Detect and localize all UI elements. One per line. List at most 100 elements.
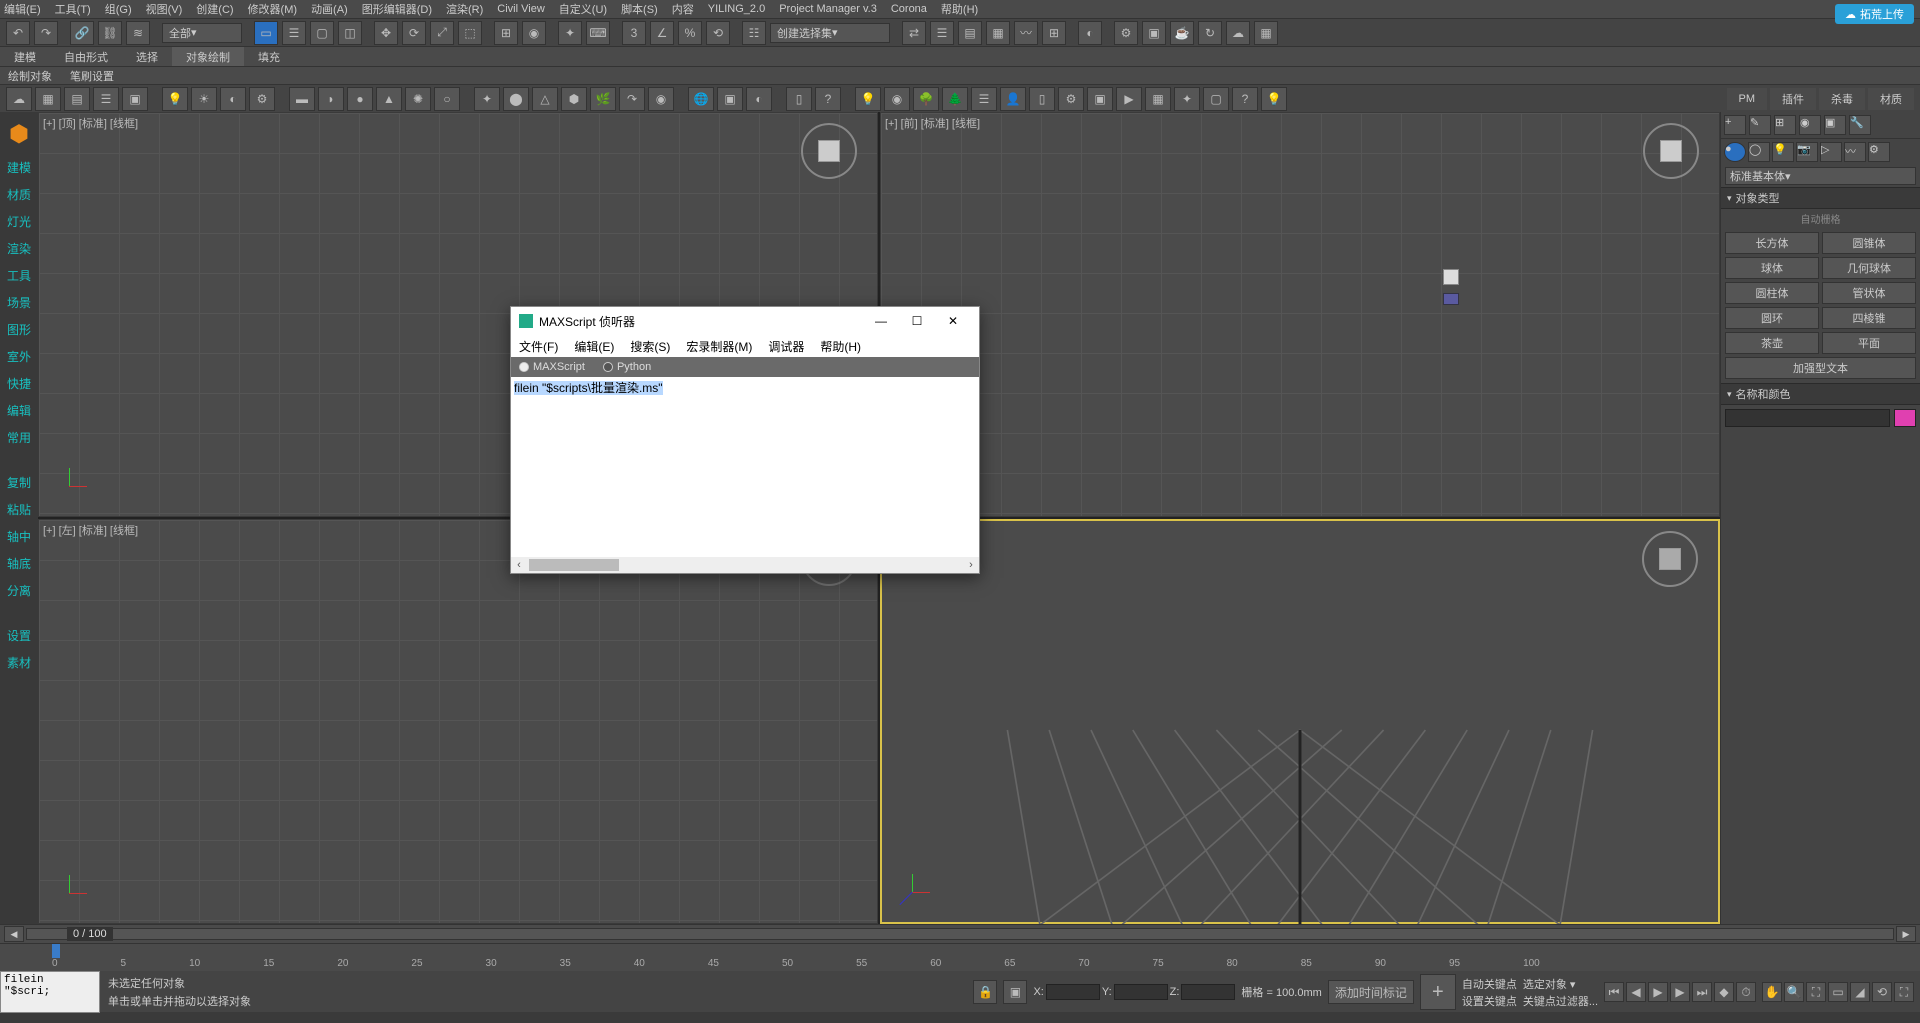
viewcube-icon[interactable] xyxy=(801,123,857,179)
angle-snap-icon[interactable]: ∠ xyxy=(650,21,674,45)
bulb-icon[interactable]: ◉ xyxy=(884,87,910,111)
primitive-box-button[interactable]: 长方体 xyxy=(1725,232,1819,254)
sidebar-item-settings[interactable]: 设置 xyxy=(0,622,38,649)
select-icon[interactable]: ▭ xyxy=(254,21,278,45)
render-icon[interactable]: ☕ xyxy=(1170,21,1194,45)
spinner-snap-icon[interactable]: ⟲ xyxy=(706,21,730,45)
set-key-big-icon[interactable]: + xyxy=(1420,974,1456,1010)
radio-maxscript[interactable]: MAXScript xyxy=(519,361,585,373)
mini-listener[interactable]: filein "$scri; xyxy=(0,971,100,1013)
pan-icon[interactable]: ✋ xyxy=(1762,982,1782,1002)
viewport-perspective[interactable]: [默认明暗处理] xyxy=(880,519,1720,924)
trees-icon[interactable]: 🌳 xyxy=(913,87,939,111)
isolate-icon[interactable]: ▣ xyxy=(1003,980,1027,1004)
primitive-pyramid-button[interactable]: 四棱锥 xyxy=(1822,307,1916,329)
plugin-button[interactable]: 插件 xyxy=(1770,88,1816,110)
extra4-icon[interactable]: 💡 xyxy=(1261,87,1287,111)
dialog-menu-macro[interactable]: 宏录制器(M) xyxy=(686,338,752,355)
fov-icon[interactable]: ◢ xyxy=(1850,982,1870,1002)
sidebar-item-assets[interactable]: 素材 xyxy=(0,649,38,676)
render-preset-icon[interactable]: ▦ xyxy=(1254,21,1278,45)
arrow-icon[interactable]: ▶ xyxy=(1116,87,1142,111)
tool-d-icon[interactable]: ◉ xyxy=(648,87,674,111)
keyboard-icon[interactable]: ⌨ xyxy=(586,21,610,45)
sunlight-icon[interactable]: ✺ xyxy=(405,87,431,111)
gear-small-icon[interactable]: ⚙ xyxy=(1058,87,1084,111)
rotate-icon[interactable]: ⟳ xyxy=(402,21,426,45)
sidebar-item-axiscenter[interactable]: 轴中 xyxy=(0,523,38,550)
unlink-icon[interactable]: ⛓ xyxy=(98,21,122,45)
sidebar-item-paste[interactable]: 粘贴 xyxy=(0,496,38,523)
screen-icon[interactable]: ▣ xyxy=(1087,87,1113,111)
viewport-label[interactable]: [+] [前] [标准] [线框] xyxy=(885,115,980,131)
menu-item[interactable]: 内容 xyxy=(672,1,694,17)
dialog-menu-search[interactable]: 搜索(S) xyxy=(630,338,670,355)
extra1-icon[interactable]: ✦ xyxy=(1174,87,1200,111)
mirror-icon[interactable]: ⇄ xyxy=(902,21,926,45)
snap3-icon[interactable]: 3 xyxy=(622,21,646,45)
create-tab-icon[interactable]: + xyxy=(1724,115,1746,135)
render-setup-icon[interactable]: ⚙ xyxy=(1114,21,1138,45)
scene-object[interactable] xyxy=(1443,293,1459,305)
schematic-icon[interactable]: ⊞ xyxy=(1042,21,1066,45)
sidebar-item-outdoor[interactable]: 室外 xyxy=(0,343,38,370)
tool-z-icon[interactable]: △ xyxy=(532,87,558,111)
vr-icon[interactable]: ◐ xyxy=(746,87,772,111)
sphere-icon[interactable]: ● xyxy=(347,87,373,111)
menu-item[interactable]: Corona xyxy=(891,3,927,15)
curve-editor-icon[interactable]: 〰 xyxy=(1014,21,1038,45)
dialog-menu-edit[interactable]: 编辑(E) xyxy=(574,338,614,355)
sidebar-item-shape[interactable]: 图形 xyxy=(0,316,38,343)
maximize-viewport-icon[interactable]: ⛶ xyxy=(1894,982,1914,1002)
lamp-icon[interactable]: 💡 xyxy=(855,87,881,111)
ribbon-sub-brush[interactable]: 笔刷设置 xyxy=(70,68,114,84)
tool-y-icon[interactable]: ⬤ xyxy=(503,87,529,111)
coord-x-input[interactable] xyxy=(1046,984,1100,1000)
scene-icon[interactable]: ▦ xyxy=(35,87,61,111)
viewport-label[interactable]: [+] [左] [标准] [线框] xyxy=(43,522,138,538)
menu-item[interactable]: 创建(C) xyxy=(196,1,233,17)
primitive-tube-button[interactable]: 管状体 xyxy=(1822,282,1916,304)
menu-item[interactable]: YILING_2.0 xyxy=(708,3,765,15)
coord-z-input[interactable] xyxy=(1181,984,1235,1000)
prev-frame-icon[interactable]: ◀ xyxy=(1626,982,1646,1002)
forest-icon[interactable]: 🌲 xyxy=(942,87,968,111)
percent-snap-icon[interactable]: % xyxy=(678,21,702,45)
window-crossing-icon[interactable]: ◫ xyxy=(338,21,362,45)
edit-named-icon[interactable]: ☷ xyxy=(742,21,766,45)
zoom-region-icon[interactable]: ▭ xyxy=(1828,982,1848,1002)
tool-b-icon[interactable]: 🌿 xyxy=(590,87,616,111)
sidebar-item-modeling[interactable]: 建模 xyxy=(0,154,38,181)
menu-item[interactable]: 组(G) xyxy=(105,1,132,17)
add-time-tag[interactable]: 添加时间标记 xyxy=(1328,980,1414,1004)
goto-end-icon[interactable]: ⏭ xyxy=(1692,982,1712,1002)
dialog-menu-help[interactable]: 帮助(H) xyxy=(820,338,861,355)
coord-y-input[interactable] xyxy=(1114,984,1168,1000)
render-online-icon[interactable]: ☁ xyxy=(1226,21,1250,45)
film-icon[interactable]: ▦ xyxy=(1145,87,1171,111)
move-icon[interactable]: ✥ xyxy=(374,21,398,45)
explorer-icon[interactable]: ▤ xyxy=(64,87,90,111)
menu-item[interactable]: 自定义(U) xyxy=(559,1,607,17)
extra2-icon[interactable]: ▢ xyxy=(1203,87,1229,111)
play-icon[interactable]: ▶ xyxy=(1648,982,1668,1002)
disc-icon[interactable]: ◗ xyxy=(318,87,344,111)
sidebar-item-material[interactable]: 材质 xyxy=(0,181,38,208)
menu-item[interactable]: 动画(A) xyxy=(311,1,348,17)
next-frame-icon[interactable]: ▶ xyxy=(1670,982,1690,1002)
convert-icon[interactable]: ▯ xyxy=(786,87,812,111)
orbit-icon[interactable]: ⟲ xyxy=(1872,982,1892,1002)
extra3-icon[interactable]: ? xyxy=(1232,87,1258,111)
primitive-plane-button[interactable]: 平面 xyxy=(1822,332,1916,354)
menu-item[interactable]: Civil View xyxy=(497,3,544,15)
time-config-icon[interactable]: ⏱ xyxy=(1736,982,1756,1002)
tri-icon[interactable]: ▲ xyxy=(376,87,402,111)
link-icon[interactable]: 🔗 xyxy=(70,21,94,45)
primitive-geosphere-button[interactable]: 几何球体 xyxy=(1822,257,1916,279)
sidebar-item-edit[interactable]: 编辑 xyxy=(0,397,38,424)
plane-icon[interactable]: ▬ xyxy=(289,87,315,111)
time-marker[interactable] xyxy=(52,944,60,958)
ribbon-sub-paintobj[interactable]: 绘制对象 xyxy=(8,68,52,84)
tool-c-icon[interactable]: ↷ xyxy=(619,87,645,111)
autokey-toggle[interactable]: 自动关键点 xyxy=(1462,976,1517,992)
